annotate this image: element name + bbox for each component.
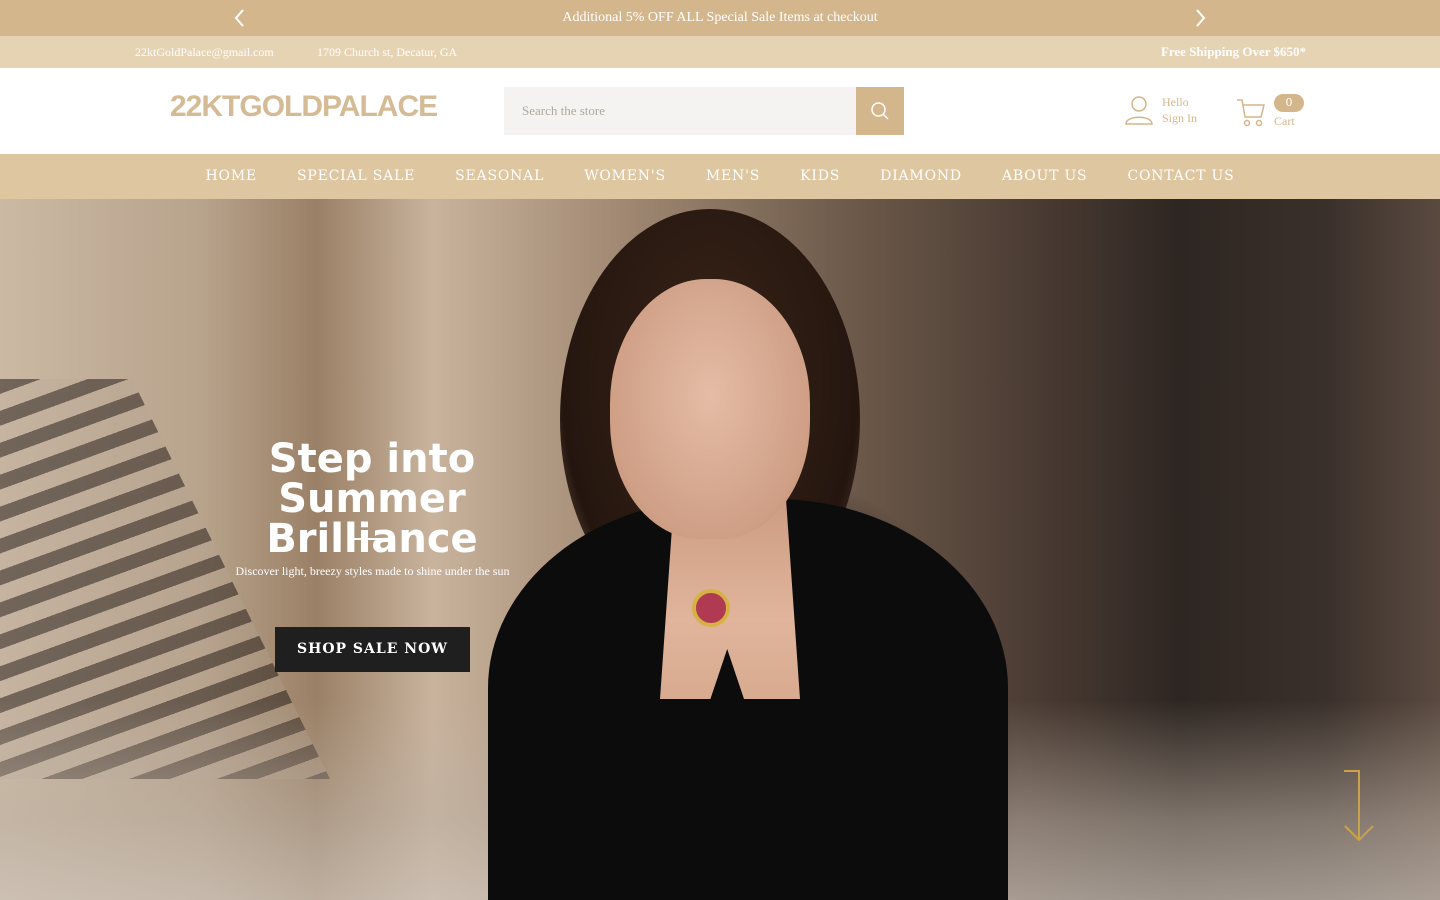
account-link[interactable]: Hello Sign In (1124, 94, 1224, 130)
search-input[interactable] (504, 87, 856, 135)
chevron-right-icon (1196, 9, 1206, 27)
cart-count-badge: 0 (1274, 94, 1304, 112)
info-bar: 22ktGoldPalace@gmail.com 1709 Church st,… (0, 36, 1440, 68)
sign-in-label: Sign In (1162, 111, 1198, 125)
cart-label: Cart (1274, 114, 1295, 128)
search-icon (871, 102, 889, 120)
hero-divider (353, 538, 393, 540)
nav-item-womens[interactable]: WOMEN'S (564, 154, 686, 199)
nav-item-contact-us[interactable]: CONTACT US (1107, 154, 1254, 199)
hero-subtitle: Discover light, breezy styles made to sh… (235, 564, 510, 578)
nav-item-diamond[interactable]: DIAMOND (860, 154, 982, 199)
search-bar (504, 87, 904, 135)
nav-item-kids[interactable]: KIDS (780, 154, 860, 199)
nav-item-mens[interactable]: MEN'S (686, 154, 780, 199)
announcement-bar: Additional 5% OFF ALL Special Sale Items… (0, 0, 1440, 36)
free-shipping-notice: Free Shipping Over $650* (1160, 44, 1306, 59)
store-address: 1709 Church st, Decatur, GA (317, 45, 458, 59)
user-icon (1125, 96, 1153, 125)
site-header: 22KTGOLDPALACE Hello Sign In 0 Cart (0, 68, 1440, 154)
hero-title: Step into Summer Brilliance (266, 436, 478, 562)
main-nav: HOME SPECIAL SALE SEASONAL WOMEN'S MEN'S… (0, 154, 1440, 199)
hero-model-face (610, 279, 810, 539)
cart-link[interactable]: 0 Cart (1236, 94, 1308, 134)
announcement-next-button[interactable] (1188, 6, 1212, 30)
nav-item-about-us[interactable]: ABOUT US (982, 154, 1108, 199)
arrow-down-icon (1344, 770, 1374, 842)
scroll-down-button[interactable] (1340, 769, 1374, 847)
hero-banner: Step into Summer Brilliance Discover lig… (0, 199, 1440, 900)
nav-item-home[interactable]: HOME (186, 154, 277, 199)
search-button[interactable] (856, 87, 904, 135)
store-email-link[interactable]: 22ktGoldPalace@gmail.com (135, 36, 274, 68)
nav-item-special-sale[interactable]: SPECIAL SALE (277, 154, 435, 199)
announcement-text: Additional 5% OFF ALL Special Sale Items… (562, 10, 878, 25)
account-greeting: Hello (1162, 95, 1189, 109)
hero-pendant (692, 589, 730, 627)
shop-sale-now-button[interactable]: SHOP SALE NOW (275, 627, 470, 672)
cart-icon (1237, 99, 1265, 127)
store-logo[interactable]: 22KTGOLDPALACE (170, 90, 438, 124)
nav-item-seasonal[interactable]: SEASONAL (435, 154, 564, 199)
